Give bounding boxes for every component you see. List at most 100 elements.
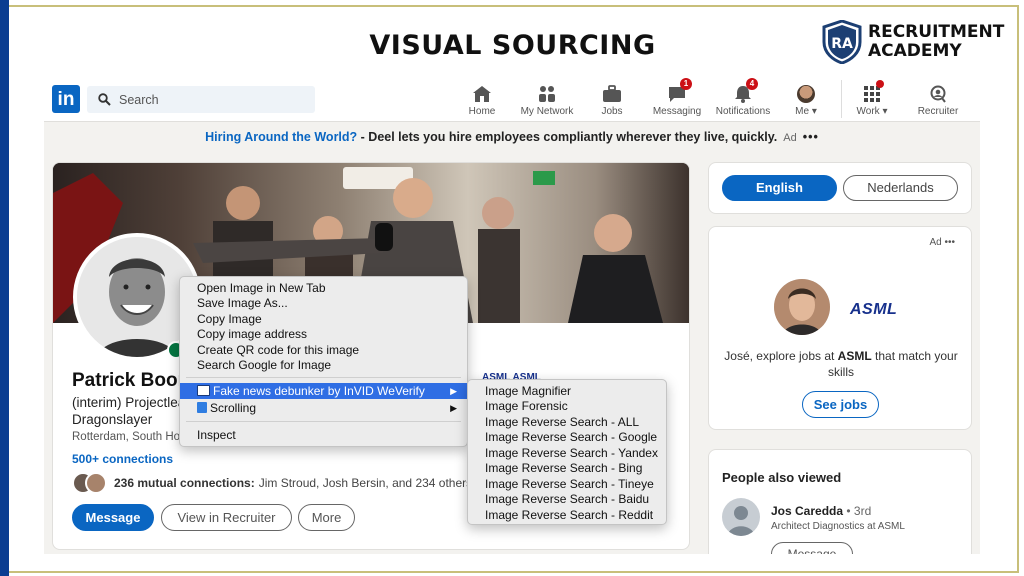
menu-item-search-google[interactable]: Search Google for Image — [180, 357, 467, 373]
ad-card-tag[interactable]: Ad ••• — [929, 237, 955, 248]
nav-recruiter-label: Recruiter — [917, 106, 959, 117]
ad-avatar — [774, 279, 830, 335]
menu-separator — [186, 421, 461, 422]
menu-item-open-image[interactable]: Open Image in New Tab — [180, 280, 467, 296]
submenu-reverse-search-tineye[interactable]: Image Reverse Search - Tineye — [468, 476, 666, 492]
submenu-reverse-search-baidu[interactable]: Image Reverse Search - Baidu — [468, 491, 666, 507]
submenu-reverse-search-google[interactable]: Image Reverse Search - Google — [468, 429, 666, 445]
pav-subtitle: Architect Diagnostics at ASML — [771, 521, 905, 532]
submenu-reverse-search-bing[interactable]: Image Reverse Search - Bing — [468, 460, 666, 476]
slide-title: VISUAL SOURCING — [369, 30, 656, 61]
nav-divider — [841, 80, 842, 118]
ad-banner[interactable]: Hiring Around the World? - Deel lets you… — [44, 130, 980, 144]
mutual-connections[interactable]: 236 mutual connections: Jim Stroud, Josh… — [72, 472, 472, 494]
nav-work[interactable]: Work ▾ — [852, 80, 892, 117]
ad-banner-tag: Ad — [783, 132, 797, 144]
language-english-button[interactable]: English — [722, 175, 837, 201]
menu-separator — [186, 377, 461, 378]
profile-location: Rotterdam, South Ho — [72, 431, 181, 443]
menu-item-create-qr[interactable]: Create QR code for this image — [180, 342, 467, 358]
job-ad-card: Ad ••• ASML José, explore jobs at ASML t… — [708, 226, 972, 430]
more-button[interactable]: More — [298, 504, 355, 531]
ad-avatar-image — [774, 279, 830, 335]
search-box[interactable]: Search — [87, 86, 315, 113]
menu-item-copy-image-address[interactable]: Copy image address — [180, 326, 467, 342]
menu-item-scrolling-label: Scrolling — [210, 401, 257, 415]
submenu-reverse-search-yandex[interactable]: Image Reverse Search - Yandex — [468, 445, 666, 461]
menu-item-save-image[interactable]: Save Image As... — [180, 295, 467, 311]
brand-line-1: RECRUITMENT — [868, 22, 1005, 42]
nav-messaging[interactable]: 1 Messaging — [649, 78, 705, 117]
submenu-reverse-search-all[interactable]: Image Reverse Search - ALL — [468, 414, 666, 430]
pav-name[interactable]: Jos Caredda • 3rd — [771, 504, 871, 518]
chevron-down-icon: ▾ — [879, 106, 888, 117]
menu-item-invid-extension[interactable]: Fake news debunker by InVID WeVerify ▶ — [180, 383, 467, 399]
slide-left-bar — [0, 0, 9, 576]
search-input[interactable]: Search — [119, 93, 159, 107]
submenu-image-magnifier[interactable]: Image Magnifier — [468, 383, 666, 399]
see-jobs-button[interactable]: See jobs — [802, 391, 879, 418]
scrolling-extension-icon — [197, 402, 207, 413]
slide-frame-top — [9, 5, 1019, 7]
nav-home-label: Home — [468, 106, 496, 117]
top-navigation: in Search Home My Network Jobs 1 Messagi… — [44, 74, 980, 122]
nav-jobs-label: Jobs — [601, 106, 623, 117]
avatar[interactable] — [722, 498, 760, 536]
mutual-avatars — [72, 472, 108, 494]
more-options-icon[interactable]: ••• — [803, 130, 819, 144]
messaging-badge: 1 — [680, 78, 692, 90]
brand-initials: RA — [831, 36, 853, 52]
view-in-recruiter-button[interactable]: View in Recruiter — [161, 504, 292, 531]
ad-text-pre: José, explore jobs at — [724, 349, 838, 363]
nav-messaging-label: Messaging — [652, 106, 702, 117]
ad-card-text: José, explore jobs at ASML that match yo… — [721, 348, 961, 380]
briefcase-icon — [603, 85, 621, 102]
nav-me-label: Me — [795, 106, 810, 117]
network-icon — [539, 86, 555, 102]
mutual-names: Jim Stroud, Josh Bersin, and 234 others — [258, 476, 473, 490]
profile-headline-line-1: (interim) Projectlea — [72, 395, 186, 410]
ad-text-company: ASML — [837, 349, 872, 363]
profile-headline-line-2: Dragonslayer — [72, 412, 153, 427]
chevron-down-icon: ▾ — [809, 106, 817, 117]
invid-icon — [197, 385, 210, 396]
linkedin-logo[interactable]: in — [52, 85, 80, 113]
brand-logo: RA RECRUITMENT ACADEMY — [822, 20, 1004, 64]
profile-name: Patrick Boor — [72, 370, 185, 391]
submenu-image-forensic[interactable]: Image Forensic — [468, 398, 666, 414]
nav-work-label: Work — [856, 106, 880, 117]
menu-item-inspect[interactable]: Inspect — [180, 427, 467, 443]
home-icon — [473, 86, 491, 102]
menu-item-invid-label: Fake news debunker by InVID WeVerify — [213, 384, 425, 398]
search-icon — [98, 93, 111, 106]
people-also-viewed-card: People also viewed Jos Caredda • 3rd Arc… — [708, 449, 972, 554]
avatar-icon — [797, 85, 815, 103]
nav-notifications[interactable]: 4 Notifications — [711, 78, 775, 117]
ad-banner-text: - Deel lets you hire employees compliant… — [357, 130, 778, 144]
nav-me[interactable]: Me ▾ — [790, 81, 822, 117]
slide-frame-bottom — [9, 571, 1019, 573]
ad-banner-link[interactable]: Hiring Around the World? — [205, 130, 357, 144]
nav-my-network[interactable]: My Network — [517, 81, 577, 117]
connections-link[interactable]: 500+ connections — [72, 452, 173, 466]
context-menu: Open Image in New Tab Save Image As... C… — [179, 276, 468, 447]
menu-item-scrolling[interactable]: Scrolling ▶ — [180, 400, 467, 416]
submenu-arrow-icon: ▶ — [450, 403, 457, 413]
nav-jobs[interactable]: Jobs — [597, 81, 627, 117]
nav-notifications-label: Notifications — [715, 106, 771, 117]
avatar — [85, 472, 107, 494]
submenu-reverse-search-reddit[interactable]: Image Reverse Search - Reddit — [468, 507, 666, 523]
brand-line-2: ACADEMY — [868, 41, 962, 61]
pav-message-button[interactable]: Message — [771, 542, 853, 554]
nav-recruiter[interactable]: Recruiter — [914, 81, 962, 117]
menu-item-copy-image[interactable]: Copy Image — [180, 311, 467, 327]
nav-home[interactable]: Home — [466, 81, 498, 117]
pav-name-text: Jos Caredda — [771, 504, 844, 518]
language-dutch-button[interactable]: Nederlands — [843, 175, 958, 201]
people-also-viewed-title: People also viewed — [722, 470, 842, 485]
recruiter-icon — [930, 85, 946, 103]
person-placeholder-icon — [727, 506, 755, 536]
shield-icon: RA — [822, 20, 862, 64]
asml-logo: ASML — [850, 301, 898, 318]
message-button[interactable]: Message — [72, 504, 154, 531]
